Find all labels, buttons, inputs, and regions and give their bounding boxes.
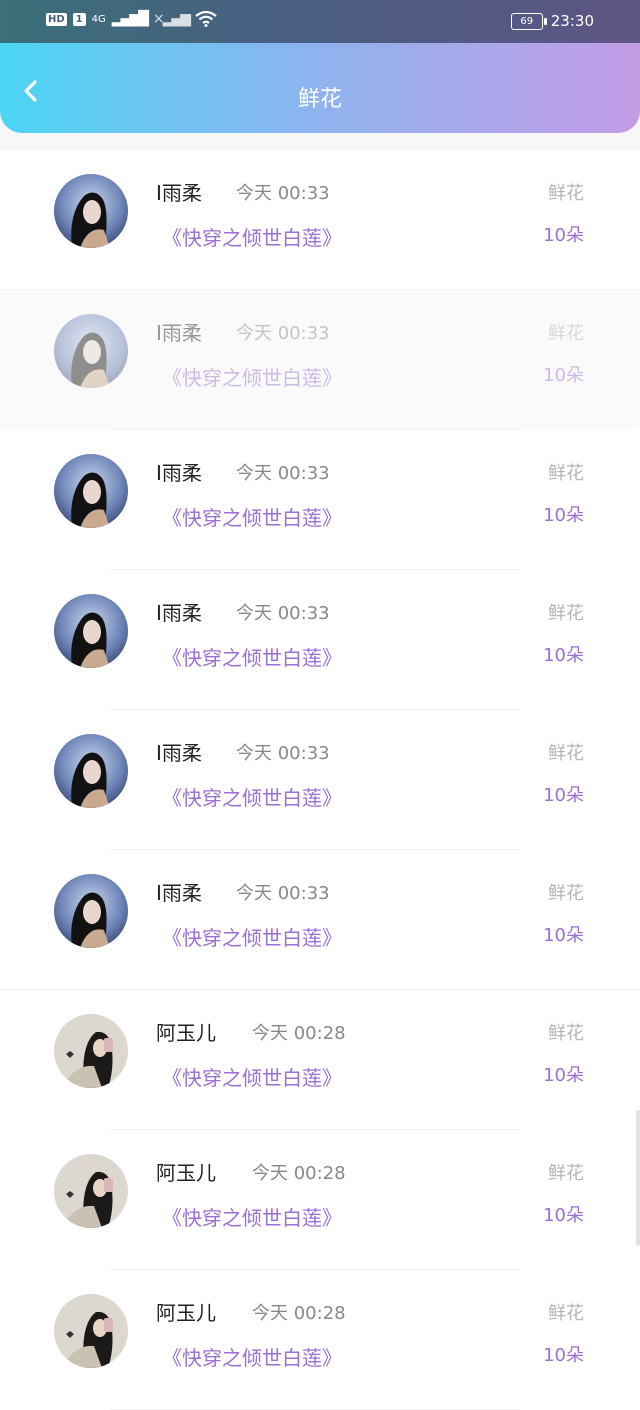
user-name: 阿玉儿 <box>156 1021 216 1045</box>
hd-badge: HD <box>46 12 67 26</box>
gift-type: 鲜花 <box>548 883 584 904</box>
gift-count: 10朵 <box>543 925 584 946</box>
book-title[interactable]: 《快穿之倾世白莲》 <box>162 502 342 531</box>
gift-count: 10朵 <box>543 645 584 666</box>
book-title[interactable]: 《快穿之倾世白莲》 <box>162 1202 342 1231</box>
gift-list: I雨柔 今天 00:33 《快穿之倾世白莲》 鲜花 10朵 I雨柔 今天 00:… <box>0 150 640 1410</box>
status-right: 69 23:30 <box>510 12 594 30</box>
network-type: 4G <box>91 13 106 25</box>
book-title[interactable]: 《快穿之倾世白莲》 <box>162 222 342 251</box>
timestamp: 今天 00:33 <box>236 883 330 904</box>
list-item-8[interactable]: 阿玉儿 今天 00:28 《快穿之倾世白莲》 鲜花 10朵 <box>0 1130 640 1270</box>
avatar[interactable] <box>54 174 128 248</box>
avatar[interactable] <box>54 1294 128 1368</box>
sim-badge: 1 <box>72 12 86 26</box>
book-title[interactable]: 《快穿之倾世白莲》 <box>162 1062 342 1091</box>
timestamp: 今天 00:33 <box>236 463 330 484</box>
gift-type: 鲜花 <box>548 183 584 204</box>
gift-type: 鲜花 <box>548 323 584 344</box>
header-bar: 鲜花 <box>0 43 640 133</box>
user-name: I雨柔 <box>156 461 202 485</box>
timestamp: 今天 00:33 <box>236 743 330 764</box>
avatar[interactable] <box>54 594 128 668</box>
list-item-1[interactable]: I雨柔 今天 00:33 《快穿之倾世白莲》 鲜花 10朵 <box>0 150 640 290</box>
gift-count: 10朵 <box>543 1345 584 1366</box>
gift-count: 10朵 <box>543 785 584 806</box>
book-title[interactable]: 《快穿之倾世白莲》 <box>162 362 342 391</box>
gift-type: 鲜花 <box>548 463 584 484</box>
page-title: 鲜花 <box>297 87 342 112</box>
signal-icon: ▂▄▆█ <box>111 11 149 27</box>
avatar[interactable] <box>54 734 128 808</box>
timestamp: 今天 00:33 <box>236 323 330 344</box>
gift-count: 10朵 <box>543 1205 584 1226</box>
user-name: I雨柔 <box>156 881 202 905</box>
list-item-5[interactable]: I雨柔 今天 00:33 《快穿之倾世白莲》 鲜花 10朵 <box>0 710 640 850</box>
status-bar: HD 1 4G ▂▄▆█ ×▂▄▆ 69 23:30 <box>0 0 640 43</box>
timestamp: 今天 00:28 <box>252 1163 346 1184</box>
user-name: 阿玉儿 <box>156 1301 216 1325</box>
status-left: HD 1 4G ▂▄▆█ ×▂▄▆ <box>46 11 217 27</box>
book-title[interactable]: 《快穿之倾世白莲》 <box>162 1342 342 1371</box>
user-name: I雨柔 <box>156 321 202 345</box>
book-title[interactable]: 《快穿之倾世白莲》 <box>162 642 342 671</box>
avatar[interactable] <box>54 1014 128 1088</box>
gift-count: 10朵 <box>543 225 584 246</box>
user-name: I雨柔 <box>156 601 202 625</box>
list-item-4[interactable]: I雨柔 今天 00:33 《快穿之倾世白莲》 鲜花 10朵 <box>0 570 640 710</box>
gift-count: 10朵 <box>543 1065 584 1086</box>
gift-type: 鲜花 <box>548 603 584 624</box>
battery-icon: 69 <box>510 12 547 30</box>
list-item-6[interactable]: I雨柔 今天 00:33 《快穿之倾世白莲》 鲜花 10朵 <box>0 850 640 990</box>
clock: 23:30 <box>550 12 594 30</box>
list-item-3[interactable]: I雨柔 今天 00:33 《快穿之倾世白莲》 鲜花 10朵 <box>0 430 640 570</box>
timestamp: 今天 00:28 <box>252 1023 346 1044</box>
timestamp: 今天 00:28 <box>252 1303 346 1324</box>
gift-type: 鲜花 <box>548 743 584 764</box>
avatar[interactable] <box>54 1154 128 1228</box>
gift-count: 10朵 <box>543 365 584 386</box>
gift-type: 鲜花 <box>548 1303 584 1324</box>
wifi-icon <box>195 11 217 27</box>
list-item-7[interactable]: 阿玉儿 今天 00:28 《快穿之倾世白莲》 鲜花 10朵 <box>0 990 640 1130</box>
timestamp: 今天 00:33 <box>236 183 330 204</box>
list-item-9[interactable]: 阿玉儿 今天 00:28 《快穿之倾世白莲》 鲜花 10朵 <box>0 1270 640 1410</box>
avatar[interactable] <box>54 454 128 528</box>
user-name: I雨柔 <box>156 181 202 205</box>
gift-type: 鲜花 <box>548 1023 584 1044</box>
user-name: I雨柔 <box>156 741 202 765</box>
avatar[interactable] <box>54 874 128 948</box>
signal-2-icon: ×▂▄▆ <box>152 11 191 27</box>
avatar[interactable] <box>54 314 128 388</box>
list-item-2[interactable]: I雨柔 今天 00:33 《快穿之倾世白莲》 鲜花 10朵 <box>0 290 640 430</box>
gift-count: 10朵 <box>543 505 584 526</box>
user-name: 阿玉儿 <box>156 1161 216 1185</box>
timestamp: 今天 00:33 <box>236 603 330 624</box>
gift-type: 鲜花 <box>548 1163 584 1184</box>
book-title[interactable]: 《快穿之倾世白莲》 <box>162 782 342 811</box>
book-title[interactable]: 《快穿之倾世白莲》 <box>162 922 342 951</box>
scrollbar[interactable] <box>636 1110 640 1246</box>
